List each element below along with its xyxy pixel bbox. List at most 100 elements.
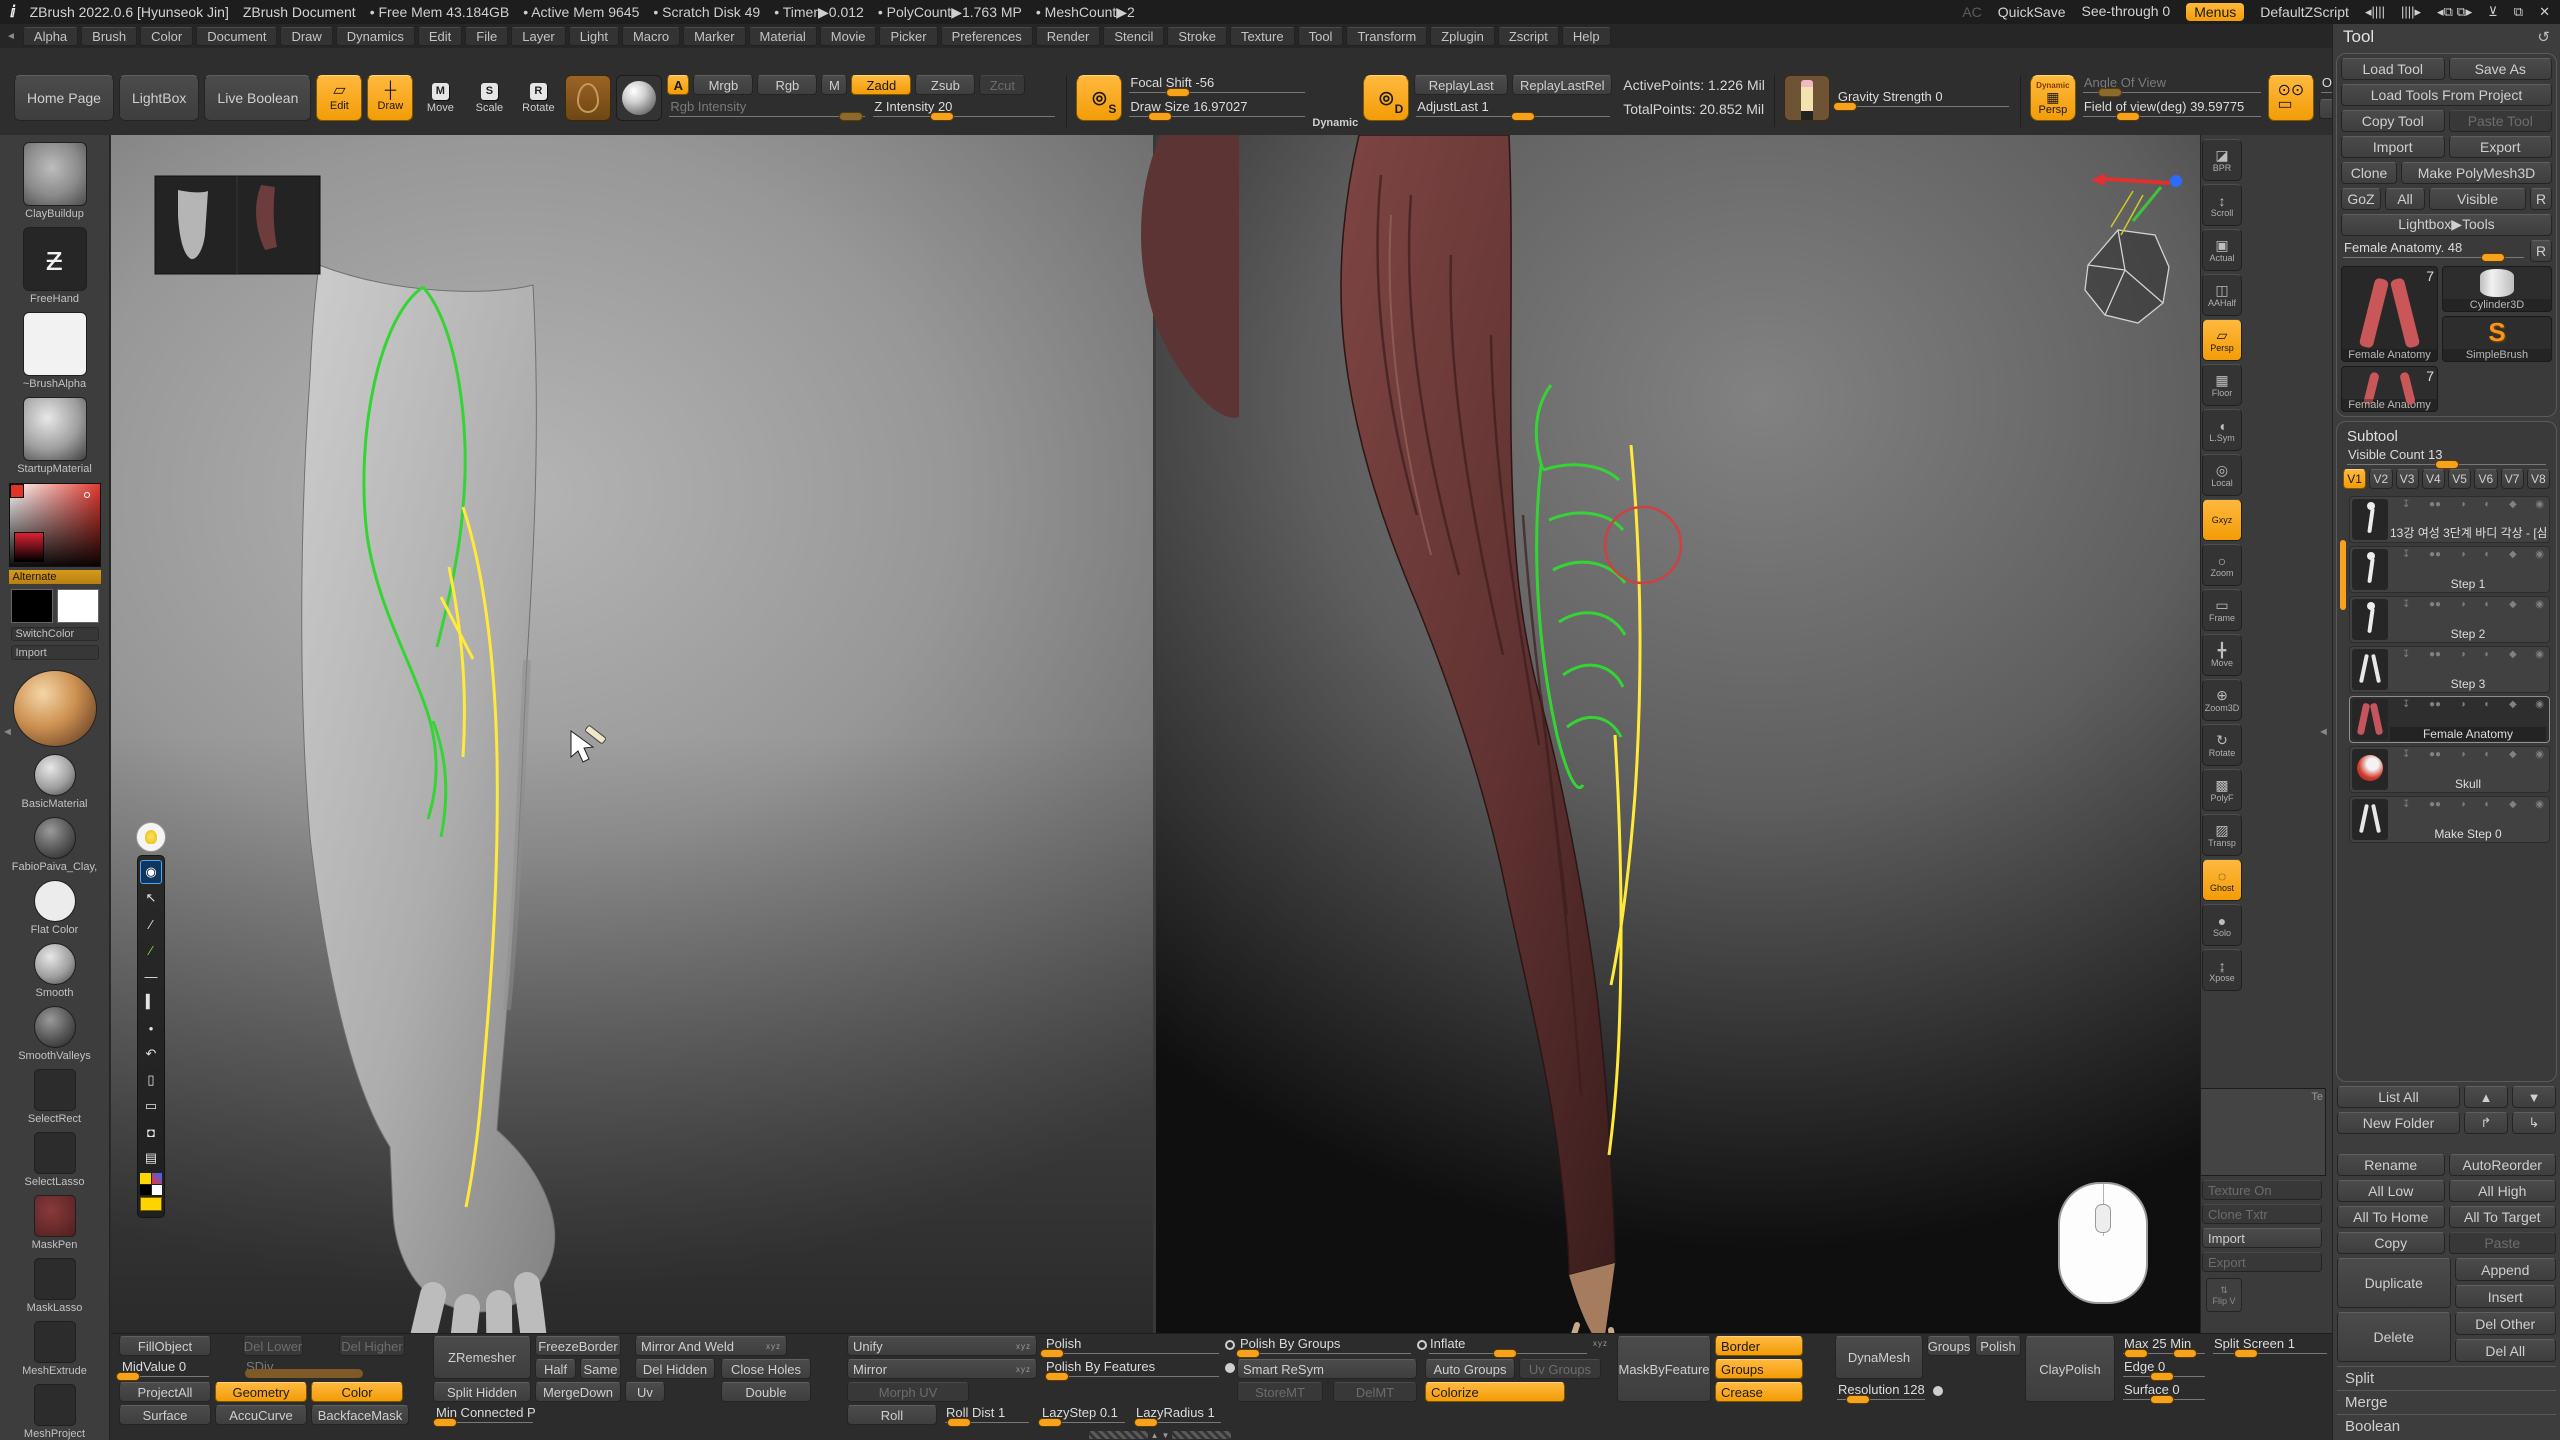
move-up-button[interactable]: ▲ [2464, 1086, 2508, 1108]
polish-by-features-toggle-icon[interactable] [1225, 1363, 1235, 1373]
mid-value-slider[interactable]: MidValue 0 [119, 1359, 211, 1379]
material-thumbnail[interactable] [34, 1321, 76, 1363]
current-material-preview[interactable] [13, 670, 97, 747]
current-tool-thumbnail[interactable]: 7 Female Anatomy [2341, 266, 2438, 362]
all-to-home-button[interactable]: All To Home [2337, 1206, 2445, 1228]
menu-item[interactable]: Marker [683, 27, 745, 46]
right-shelf-button[interactable]: ▦ Floor [2202, 364, 2242, 406]
subtool-row[interactable]: ↧●●◑◐◆◉ 13강 여성 3단계 바디 각상 - [삼각 [2349, 496, 2550, 543]
del-lower-button[interactable]: Del Lower [243, 1336, 303, 1356]
crease-button[interactable]: Crease [1715, 1382, 1803, 1402]
tool-import-button[interactable]: Import [2341, 136, 2445, 158]
material-item[interactable]: MaskPen [0, 1195, 109, 1251]
right-shelf-button[interactable]: ▱ Persp [2202, 319, 2242, 361]
version-button[interactable]: V3 [2396, 469, 2419, 489]
field-of-view-slider[interactable]: Field of view(deg) 39.59775 [2081, 99, 2263, 119]
texture-on-button[interactable]: Texture On [2202, 1180, 2322, 1200]
active-color-swatch[interactable] [140, 1197, 162, 1211]
subtool-row[interactable]: ↧●●◑◐◆◉ Female Anatomy [2349, 696, 2550, 743]
merge-down-button[interactable]: MergeDown [535, 1382, 621, 1402]
version-button[interactable]: V4 [2422, 469, 2445, 489]
project-all-button[interactable]: ProjectAll [119, 1382, 211, 1402]
move-button[interactable]: MMove [418, 75, 462, 121]
claypolish-edge-slider[interactable]: Edge 0 [2121, 1359, 2207, 1379]
material-thumbnail[interactable] [34, 1069, 76, 1111]
material-thumbnail[interactable] [34, 754, 76, 796]
accucurve-button[interactable]: AccuCurve [215, 1405, 307, 1425]
goz-visible-button[interactable]: Visible [2429, 188, 2526, 210]
menu-item[interactable]: Transform [1346, 27, 1427, 46]
zremesher-button[interactable]: ZRemesher [433, 1336, 531, 1379]
surface-button[interactable]: Surface [119, 1405, 211, 1425]
visible-count-slider[interactable]: Visible Count 13 [2345, 447, 2548, 467]
right-shelf-button[interactable]: ↻ Rotate [2202, 724, 2242, 766]
version-button[interactable]: V8 [2527, 469, 2550, 489]
delete-button[interactable]: Delete [2337, 1312, 2451, 1362]
brush-item[interactable]: ~BrushAlpha [0, 312, 109, 390]
resolution-toggle-icon[interactable] [1933, 1386, 1943, 1396]
insert-button[interactable]: Insert [2455, 1285, 2557, 1308]
replay-last-rel-button[interactable]: ReplayLastRel [1512, 75, 1612, 95]
copy-button[interactable]: Copy [2337, 1232, 2445, 1254]
right-shelf-button[interactable]: ↕ Scroll [2202, 184, 2242, 226]
version-button[interactable]: V2 [2369, 469, 2392, 489]
menu-item[interactable]: Zscript [1498, 27, 1559, 46]
head-gizmo-icon[interactable] [2085, 230, 2169, 323]
subtool-row[interactable]: ↧●●◑◐◆◉ Step 1 [2349, 546, 2550, 593]
duplicate-button[interactable]: Duplicate [2337, 1258, 2451, 1308]
focal-shift-icon-button[interactable]: ◎S [1076, 75, 1122, 121]
claypolish-maxmin-slider[interactable]: Max 25 Min [2121, 1336, 2207, 1356]
secondary-color-swatch[interactable] [57, 589, 99, 623]
inflate-slider[interactable]: Inflate [1427, 1336, 1589, 1356]
menu-item[interactable]: Macro [622, 27, 680, 46]
boolean-section[interactable]: Boolean [2337, 1414, 2556, 1438]
mask-by-feature-button[interactable]: MaskByFeature [1617, 1336, 1711, 1402]
goz-button[interactable]: GoZ [2341, 188, 2381, 210]
menu-item[interactable]: Render [1036, 27, 1101, 46]
dynamesh-groups-button[interactable]: Groups [1927, 1336, 1971, 1356]
lightbox-tools-button[interactable]: Lightbox▶Tools [2341, 214, 2552, 236]
roll-button[interactable]: Roll [847, 1405, 937, 1425]
subtool-row-icons[interactable]: ↧●●◑◐◆◉ [2402, 749, 2544, 761]
angle-of-view-slider[interactable]: Angle Of View [2081, 75, 2263, 95]
annotation-tool-icon[interactable]: ▭ [140, 1094, 162, 1118]
scroll-down-icon[interactable]: ▼ [1162, 1431, 1170, 1440]
active-tool-slider[interactable]: Female Anatomy. 48 [2341, 240, 2526, 260]
claypolish-button[interactable]: ClayPolish [2025, 1336, 2115, 1402]
restore-button[interactable]: ⧉ [2514, 4, 2523, 20]
all-to-target-button[interactable]: All To Target [2449, 1206, 2557, 1228]
close-holes-button[interactable]: Close Holes [721, 1359, 811, 1379]
right-shelf-button[interactable]: Gxyz [2202, 499, 2242, 541]
mirror-button[interactable]: Mirrorxyz [847, 1359, 1037, 1379]
half-button[interactable]: Half [535, 1359, 576, 1379]
menu-item[interactable]: Texture [1230, 27, 1295, 46]
material-thumbnail[interactable] [34, 880, 76, 922]
version-button[interactable]: V1 [2343, 469, 2366, 489]
right-shelf-button[interactable]: ⊕ Zoom3D [2202, 679, 2242, 721]
m-button[interactable]: M [821, 75, 847, 95]
focal-shift-slider[interactable]: Focal Shift -56 [1127, 75, 1307, 95]
draw-size-slider[interactable]: Draw Size 16.97027 [1127, 99, 1307, 119]
same-button[interactable]: Same [580, 1359, 621, 1379]
material-item[interactable]: SelectLasso [0, 1132, 109, 1188]
nav-thumbnail[interactable] [155, 176, 320, 274]
ecorche-arm-model[interactable] [1341, 135, 1623, 1333]
annotation-tool-icon[interactable]: ∕ [140, 912, 162, 936]
uv-button[interactable]: Uv [625, 1382, 665, 1402]
cylinder3d-thumbnail[interactable]: Cylinder3D [2442, 266, 2552, 312]
quicksave-button[interactable]: QuickSave [1998, 4, 2066, 20]
del-hidden-button[interactable]: Del Hidden [635, 1359, 715, 1379]
lightbox-button[interactable]: LightBox [119, 75, 199, 121]
polish-slider[interactable]: Polish [1043, 1336, 1221, 1356]
adjust-last-slider[interactable]: AdjustLast 1 [1414, 99, 1612, 119]
zsub-button[interactable]: Zsub [915, 75, 975, 95]
scroll-up-icon[interactable]: ▲ [1151, 1431, 1159, 1440]
min-connected-slider[interactable]: Min Connected P [433, 1405, 535, 1425]
menu-item[interactable]: Layer [511, 27, 566, 46]
polish-by-groups-slider[interactable]: Polish By Groups [1237, 1336, 1413, 1356]
annotation-tool-icon[interactable]: ↖ [140, 886, 162, 910]
menu-item[interactable]: Picker [879, 27, 937, 46]
split-section[interactable]: Split [2337, 1366, 2556, 1390]
subtool-row-icons[interactable]: ↧●●◑◐◆◉ [2402, 599, 2544, 611]
border-button[interactable]: Border [1715, 1336, 1803, 1356]
